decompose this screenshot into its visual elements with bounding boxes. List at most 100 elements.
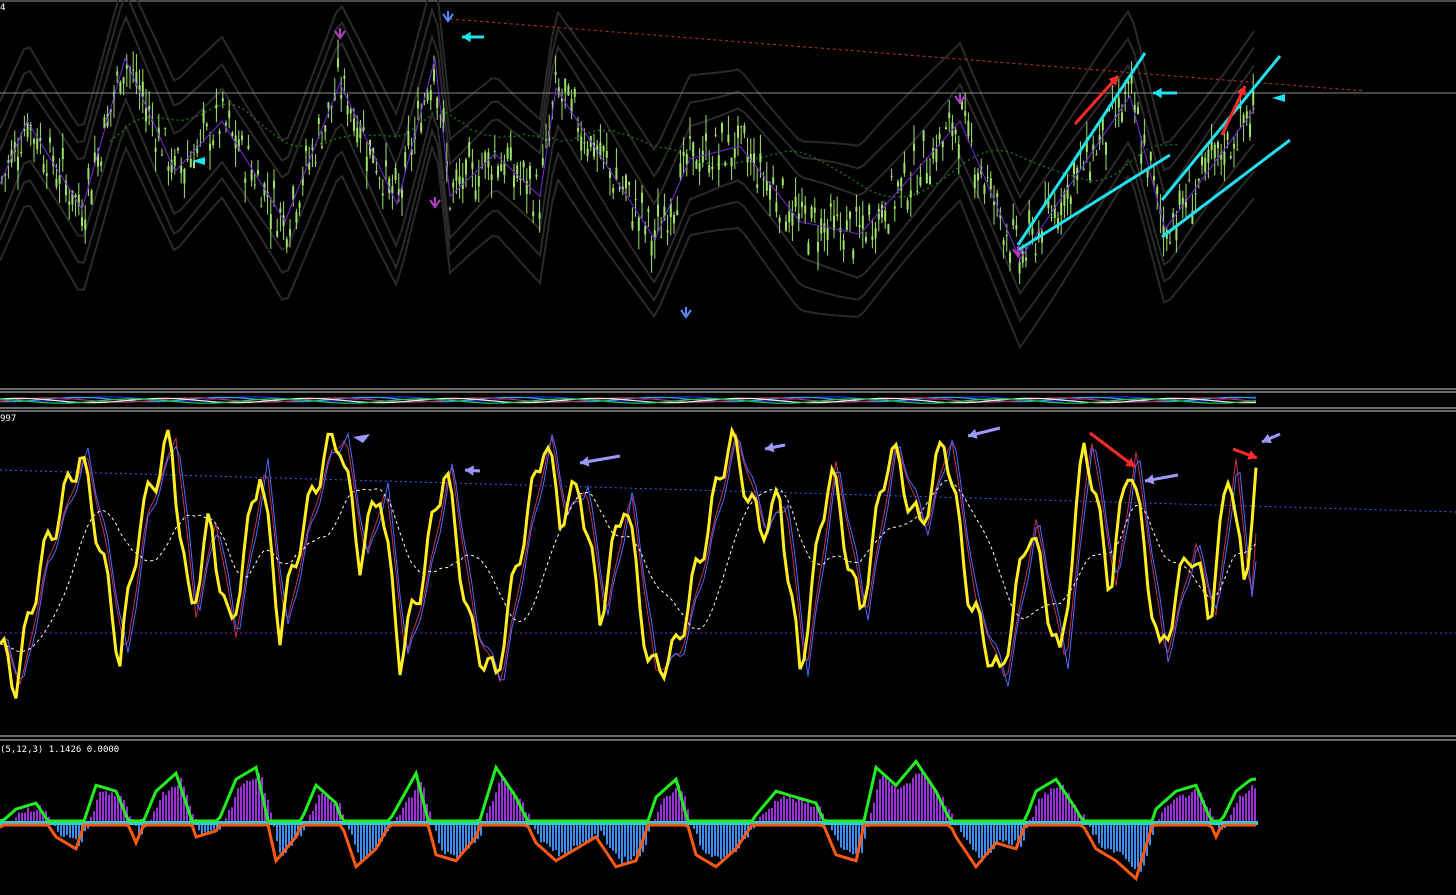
histogram-bar — [1056, 787, 1058, 823]
candle-body — [529, 166, 531, 179]
candle-body — [554, 71, 557, 75]
histogram-bar — [114, 795, 116, 823]
candle-body — [967, 120, 970, 136]
candle-body — [39, 137, 42, 141]
candle-body — [173, 156, 176, 166]
histogram-bar — [1041, 798, 1043, 823]
candle-body — [42, 164, 45, 173]
candle-body — [1005, 234, 1008, 236]
candle-body — [253, 184, 256, 186]
candle-body — [737, 125, 739, 138]
candle-body — [55, 178, 58, 187]
candle-body — [989, 178, 992, 190]
candle-body — [919, 177, 922, 186]
candle-body — [957, 144, 960, 159]
histogram-bar — [177, 785, 179, 823]
histogram-bar — [1245, 793, 1247, 823]
candle-body — [730, 157, 733, 167]
histogram-bar — [318, 794, 320, 823]
candle-body — [471, 162, 474, 169]
histogram-bar — [414, 790, 416, 823]
candle-body — [692, 142, 695, 157]
histogram-bar — [981, 823, 983, 862]
histogram-bar — [852, 823, 854, 855]
candle-body — [1194, 193, 1197, 195]
candle-body — [906, 200, 909, 210]
candle-body — [61, 148, 64, 160]
histogram-bar — [1128, 823, 1130, 862]
candle-body — [833, 215, 835, 231]
histogram-bar — [627, 823, 629, 863]
histogram-bar — [699, 823, 701, 846]
candle-body — [903, 162, 906, 174]
histogram-bar — [444, 823, 446, 855]
candle-body — [785, 221, 787, 231]
candle-body — [865, 237, 867, 242]
candle-body — [580, 136, 583, 151]
histogram-bar — [621, 823, 623, 864]
histogram-bar — [441, 823, 443, 851]
candle-body — [202, 109, 205, 124]
candle-body — [205, 123, 208, 127]
main-panel-label: 4 — [0, 3, 5, 13]
candle-body — [964, 111, 967, 117]
candle-body — [567, 85, 570, 96]
histogram-bar — [1191, 792, 1193, 823]
candle-body — [756, 184, 759, 188]
candle-body — [458, 176, 461, 184]
histogram-bar — [405, 801, 407, 823]
candle-body — [1156, 186, 1159, 195]
histogram-bar — [1164, 807, 1166, 823]
candle-body — [698, 163, 701, 172]
candle-body — [45, 173, 48, 176]
candle-body — [868, 205, 871, 215]
candle-body — [615, 167, 618, 180]
candle-body — [929, 176, 931, 185]
histogram-bar — [417, 784, 419, 823]
candle-body — [311, 147, 314, 150]
histogram-bar — [615, 823, 617, 854]
candle-body — [689, 136, 691, 139]
histogram-bar — [582, 823, 584, 843]
candle-body — [513, 175, 515, 188]
candle-body — [1002, 240, 1005, 245]
histogram-bar — [1119, 823, 1121, 852]
candle-body — [148, 106, 151, 110]
histogram-bar — [702, 823, 704, 850]
histogram-bar — [255, 778, 257, 823]
histogram-bar — [1044, 792, 1046, 823]
histogram-bar — [252, 779, 254, 823]
candle-body — [119, 82, 122, 94]
candle-body — [874, 228, 877, 239]
candle-body — [327, 102, 330, 108]
histogram-bar — [975, 823, 977, 852]
candle-body — [781, 178, 784, 186]
histogram-bar — [561, 823, 563, 853]
histogram-bar — [849, 823, 851, 853]
histogram-bar — [321, 793, 323, 823]
histogram-bar — [789, 795, 791, 823]
histogram-bar — [63, 823, 65, 837]
candle-body — [493, 151, 496, 152]
histogram-bar — [501, 777, 503, 823]
histogram-bar — [1179, 795, 1181, 823]
histogram-bar — [231, 807, 233, 823]
histogram-bar — [969, 823, 971, 844]
candle-body — [433, 69, 435, 82]
candle-body — [817, 242, 819, 252]
histogram-bar — [576, 823, 578, 846]
candle-body — [1149, 152, 1152, 161]
histogram-bar — [243, 783, 245, 823]
candle-body — [1229, 156, 1232, 159]
candle-body — [164, 128, 167, 129]
trading-chart: 4 997 (5,12,3) 1.1426 0.0000 — [0, 0, 1456, 895]
histogram-bar — [900, 787, 902, 823]
candle-body — [1226, 132, 1229, 140]
histogram-bar — [912, 777, 914, 823]
histogram-bar — [1197, 791, 1199, 823]
candle-body — [193, 161, 195, 168]
candle-body — [362, 127, 365, 131]
candle-body — [276, 230, 279, 237]
histogram-bar — [108, 794, 110, 823]
candle-body — [417, 100, 419, 109]
